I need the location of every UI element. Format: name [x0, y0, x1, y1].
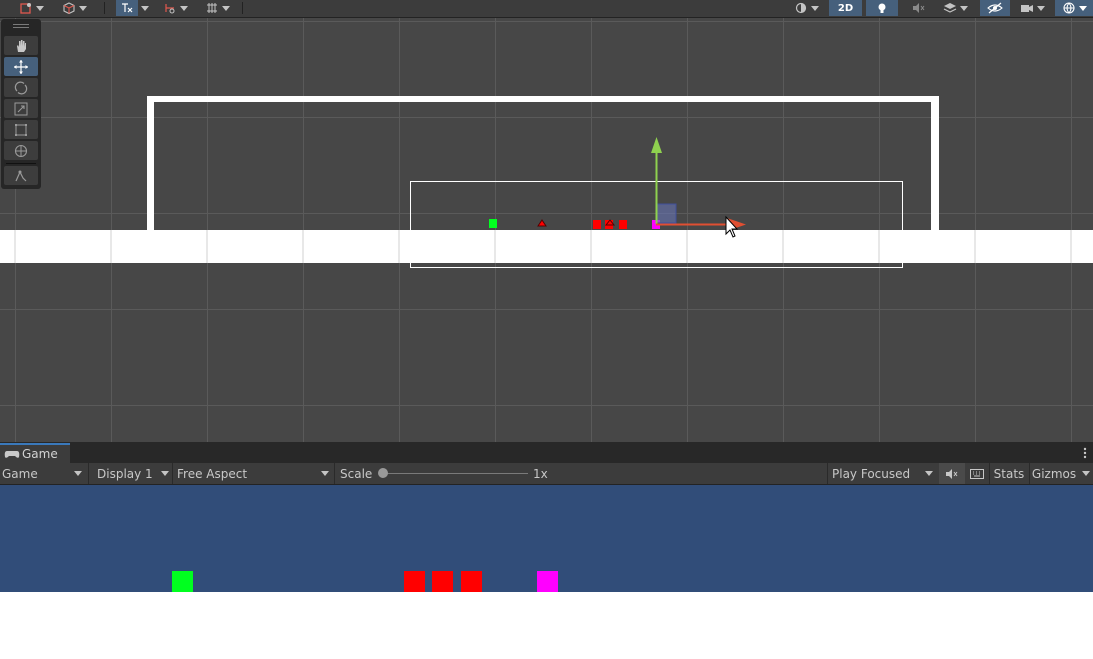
- chevron-down-icon: [1082, 471, 1090, 476]
- grid-snap-dropdown[interactable]: [199, 0, 235, 16]
- rect-tool-button[interactable]: [4, 120, 38, 139]
- snap-increment-dropdown[interactable]: [158, 0, 192, 16]
- audio-muted-icon: [946, 468, 958, 479]
- scale-slider-thumb[interactable]: [378, 468, 388, 478]
- hidden-eye-icon: [987, 2, 1003, 14]
- custom-tool-button[interactable]: [4, 166, 38, 185]
- pivot-icon: [122, 3, 133, 13]
- transform-icon: [14, 144, 28, 157]
- pivot-dropdown[interactable]: [139, 0, 151, 16]
- gizmos-dropdown-button[interactable]: [1079, 463, 1093, 484]
- effects-dropdown[interactable]: [937, 0, 973, 16]
- scene-camera-dropdown[interactable]: [1014, 0, 1050, 16]
- toolbar-separator: [334, 463, 335, 484]
- lightbulb-icon: [878, 3, 886, 13]
- gizmo-plane-handle[interactable]: [656, 203, 677, 224]
- chevron-down-icon: [925, 471, 933, 476]
- player-sprite[interactable]: [489, 219, 497, 228]
- chevron-down-icon: [321, 471, 329, 476]
- chevron-down-icon: [161, 471, 169, 476]
- camera-mode-dropdown[interactable]: [788, 0, 824, 16]
- rect-transform-icon: [15, 123, 27, 136]
- enemy-sprite: [432, 571, 453, 592]
- scale-slider-track: [383, 473, 528, 474]
- hand-icon: [17, 39, 26, 52]
- draw-mode-dropdown[interactable]: [14, 0, 48, 16]
- keyboard-shortcuts-toggle[interactable]: [966, 463, 988, 484]
- enemy-sprite[interactable]: [619, 220, 627, 229]
- lighting-toggle-button[interactable]: [866, 0, 898, 16]
- toolbar-separator: [242, 2, 243, 14]
- enemy-sprite: [461, 571, 482, 592]
- circle-mode-icon: [795, 2, 806, 14]
- move-gizmo[interactable]: [651, 137, 746, 231]
- aspect-dropdown[interactable]: Free Aspect: [173, 463, 333, 484]
- game-toolbar: Game Display 1 Free Aspect Scale 1x Play…: [0, 463, 1093, 485]
- game-tab[interactable]: Game: [0, 443, 70, 463]
- panel-menu-button[interactable]: [1080, 444, 1090, 462]
- scene-canvas[interactable]: [0, 18, 1093, 442]
- keyboard-icon: [970, 468, 984, 479]
- audio-toggle-button[interactable]: [902, 0, 934, 16]
- play-mode-dropdown[interactable]: Play Focused: [828, 463, 938, 484]
- scale-label: Scale: [340, 466, 373, 481]
- layers-icon: [943, 3, 956, 13]
- globe-icon: [1062, 2, 1075, 14]
- game-tab-label: Game: [22, 447, 58, 461]
- move-icon: [14, 59, 28, 74]
- scene-visibility-toggle-button[interactable]: [980, 0, 1010, 16]
- game-tab-bar: [0, 442, 1093, 463]
- enemy-icon[interactable]: [537, 219, 547, 227]
- play-mode-label: Play Focused: [832, 466, 911, 481]
- scale-tool-button[interactable]: [4, 99, 38, 118]
- game-view[interactable]: [0, 485, 1093, 592]
- scene-view[interactable]: [0, 18, 1093, 442]
- tools-palette: [1, 19, 41, 189]
- gizmos-dropdown[interactable]: [1055, 0, 1093, 16]
- palette-drag-handle[interactable]: [13, 24, 29, 25]
- chevron-down-icon: [74, 471, 82, 476]
- kebab-menu-icon: [1083, 447, 1087, 459]
- cube-icon: [62, 2, 75, 14]
- aspect-label: Free Aspect: [177, 466, 248, 481]
- shading-dropdown[interactable]: [56, 0, 92, 16]
- grid-icon: [206, 3, 217, 13]
- scene-toolbar: 2D: [0, 0, 1093, 18]
- gamepad-icon: [4, 451, 20, 458]
- scale-value: 1x: [533, 466, 548, 481]
- toggle-2d-button[interactable]: 2D: [829, 0, 862, 16]
- custom-tool-icon: [15, 170, 27, 181]
- palette-separator: [6, 163, 36, 164]
- player-sprite: [172, 571, 193, 592]
- snap-icon: [164, 4, 174, 14]
- display-dropdown[interactable]: Display 1: [89, 463, 171, 484]
- game-ground-area: [0, 592, 1093, 659]
- display-label: Display 1: [97, 466, 153, 481]
- camera-icon: [1020, 5, 1033, 12]
- draw-mode-icon: [19, 3, 31, 14]
- gizmo-y-arrow[interactable]: [651, 137, 662, 153]
- move-tool-button[interactable]: [4, 57, 38, 76]
- gizmos-button[interactable]: Gizmos: [1030, 463, 1078, 484]
- mute-audio-toggle[interactable]: [939, 463, 965, 484]
- transform-tool-button[interactable]: [4, 141, 38, 160]
- rotate-icon: [14, 81, 28, 94]
- enemy-sprite[interactable]: [593, 220, 601, 229]
- scale-slider[interactable]: [378, 463, 528, 484]
- toolbar-separator: [104, 2, 105, 14]
- view-type-label: Game: [2, 466, 38, 481]
- pivot-toggle-button[interactable]: [116, 0, 138, 16]
- view-type-dropdown[interactable]: Game: [0, 463, 87, 484]
- hand-tool-button[interactable]: [4, 36, 38, 55]
- pickup-sprite: [537, 571, 558, 592]
- audio-muted-icon: [913, 3, 925, 13]
- level-walls[interactable]: [147, 96, 939, 230]
- rotate-tool-button[interactable]: [4, 78, 38, 97]
- ground-sprite[interactable]: [0, 230, 1093, 263]
- stats-button[interactable]: Stats: [990, 463, 1028, 484]
- scale-icon: [14, 102, 28, 115]
- enemy-sprite: [404, 571, 425, 592]
